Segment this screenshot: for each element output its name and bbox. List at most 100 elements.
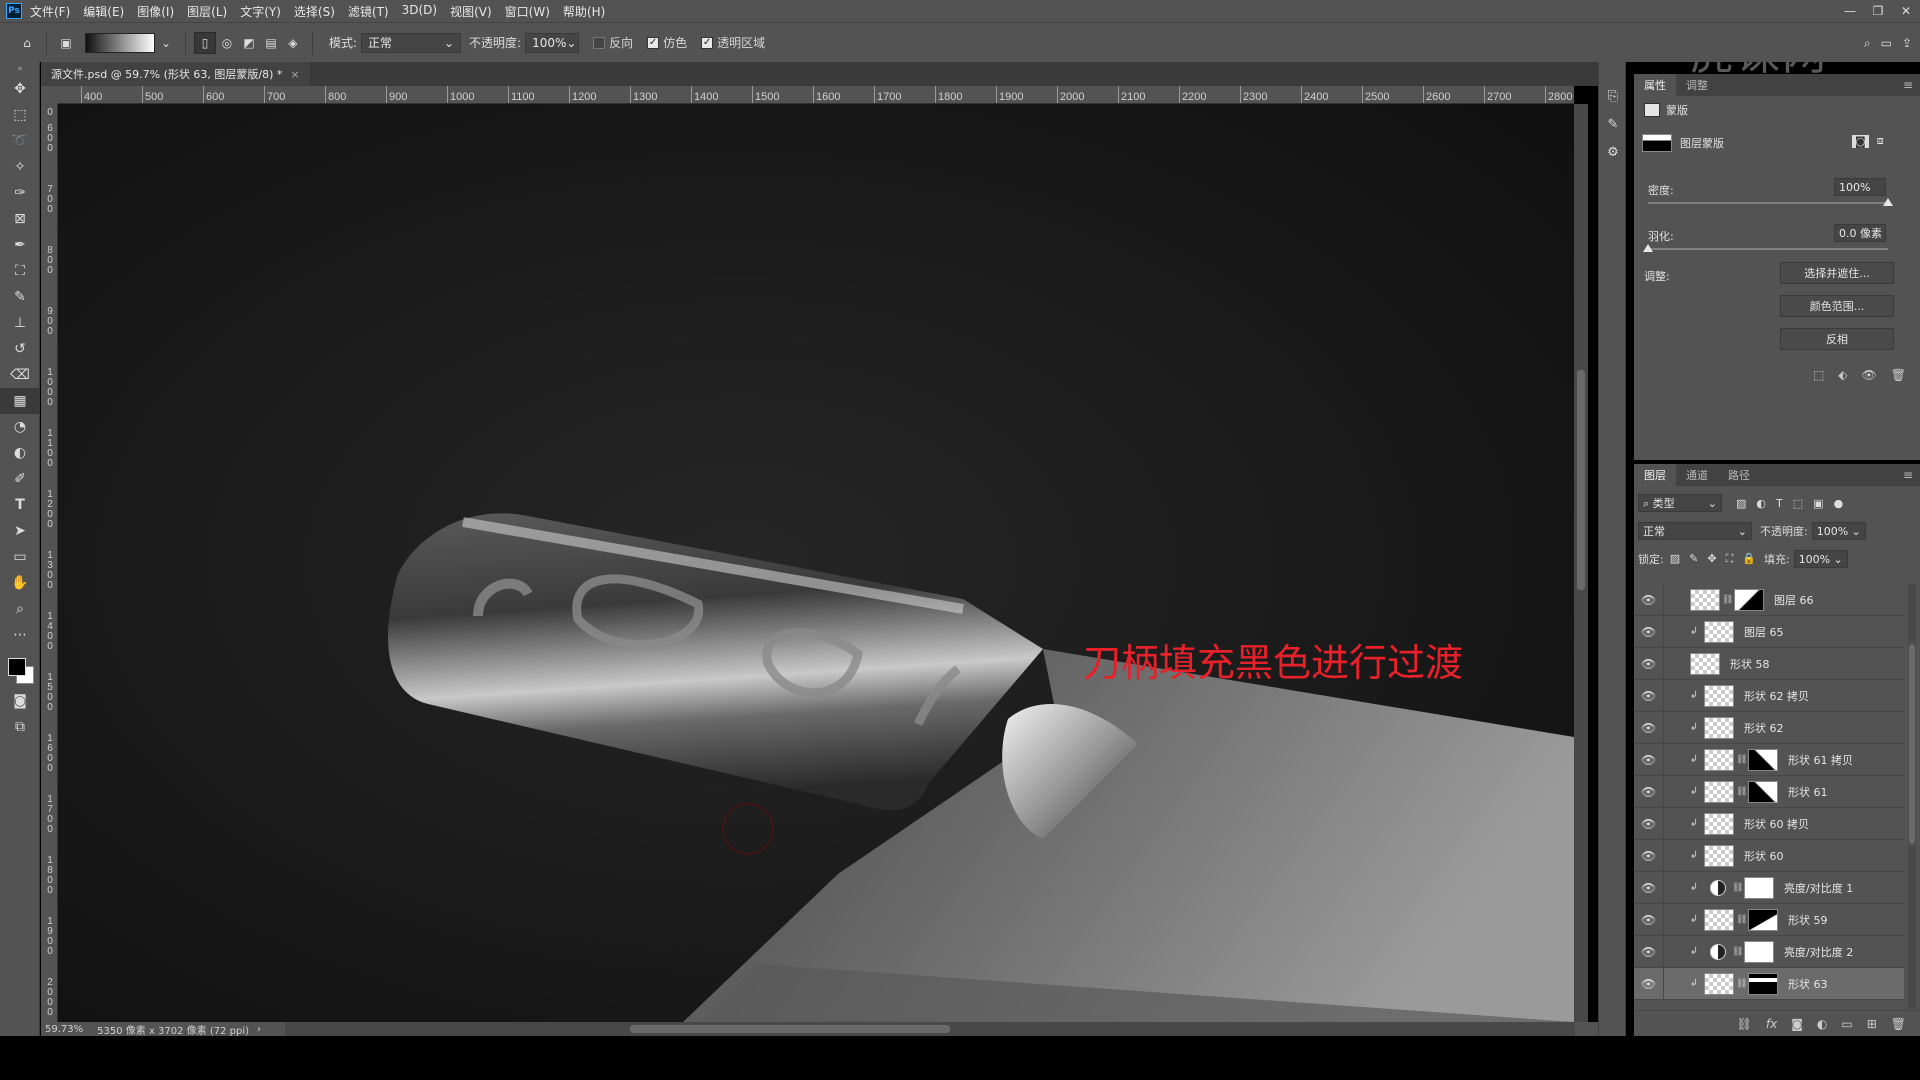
- menu-item[interactable]: 文件(F): [30, 3, 70, 20]
- lock-all-icon[interactable]: 🔒: [1742, 552, 1756, 566]
- mask-thumbnail[interactable]: [1748, 908, 1778, 931]
- magic-wand-tool-icon[interactable]: ✧: [0, 154, 40, 180]
- menu-item[interactable]: 滤镜(T): [348, 3, 389, 20]
- history-brush-tool-icon[interactable]: ↺: [0, 336, 40, 362]
- layer-row[interactable]: 👁 ↲ 形状 60: [1634, 839, 1904, 872]
- visibility-eye-icon[interactable]: 👁: [1634, 839, 1664, 872]
- document-tab[interactable]: 源文件.psd @ 59.7% (形状 63, 图层蒙版/8) * ×: [41, 62, 311, 86]
- lock-paint-icon[interactable]: ✎: [1689, 552, 1698, 566]
- gradient-tool-icon[interactable]: ▦: [0, 388, 40, 414]
- layer-row[interactable]: 👁 ↲ ⛓ 形状 59: [1634, 903, 1904, 936]
- lock-artboard-icon[interactable]: ⛶: [1726, 552, 1734, 566]
- color-range-button[interactable]: 颜色范围...: [1780, 295, 1894, 317]
- chevron-down-icon[interactable]: ⌄: [155, 32, 177, 54]
- panel-menu-icon[interactable]: ≡: [1896, 74, 1920, 96]
- delete-icon[interactable]: 🗑: [1891, 368, 1906, 382]
- visibility-eye-icon[interactable]: 👁: [1634, 871, 1664, 904]
- move-tool-icon[interactable]: ✥: [0, 76, 40, 102]
- layer-row[interactable]: 👁 ↲ ⛓ 形状 63: [1634, 967, 1904, 1000]
- menu-item[interactable]: 图层(L): [187, 3, 227, 20]
- new-adjustment-icon[interactable]: ◐: [1817, 1017, 1827, 1031]
- layer-row[interactable]: 👁 ↲ 形状 60 拷贝: [1634, 807, 1904, 840]
- layer-row[interactable]: 👁 ↲ ⛓ 形状 61 拷贝: [1634, 743, 1904, 776]
- mask-link-icon[interactable]: ⛓: [1722, 595, 1733, 605]
- status-doc-info[interactable]: 5350 像素 x 3702 像素 (72 ppi): [97, 1022, 249, 1037]
- vertical-ruler[interactable]: 0 600 700 800 900 1000 1100 1200 1300 1400 1500 160…: [41, 104, 58, 1022]
- gradient-preview[interactable]: [85, 32, 155, 53]
- blend-mode-select[interactable]: 正常 ⌄: [1638, 522, 1752, 540]
- reflected-gradient-icon[interactable]: ▤: [260, 32, 282, 54]
- workspace-icon[interactable]: ▭: [1881, 36, 1892, 50]
- visibility-eye-icon[interactable]: 👁: [1634, 743, 1664, 776]
- dither-checkbox[interactable]: ✓: [647, 36, 660, 49]
- menu-item[interactable]: 窗口(W): [505, 3, 550, 20]
- invert-button[interactable]: 反相: [1780, 328, 1894, 350]
- close-tab-icon[interactable]: ×: [290, 68, 299, 81]
- menu-item[interactable]: 帮助(H): [563, 3, 605, 20]
- mask-link-icon[interactable]: ⛓: [1732, 883, 1743, 893]
- visibility-icon[interactable]: 👁: [1862, 368, 1877, 382]
- tab-channels[interactable]: 通道: [1676, 464, 1718, 486]
- layer-thumbnail[interactable]: [1704, 908, 1734, 931]
- eyedropper-tool-icon[interactable]: ✒: [0, 232, 40, 258]
- brush-tool-icon[interactable]: ✎: [0, 284, 40, 310]
- share-icon[interactable]: ⇪: [1902, 36, 1912, 50]
- mask-thumbnail[interactable]: [1748, 780, 1778, 803]
- layer-thumbnail[interactable]: [1704, 972, 1734, 995]
- fill-field[interactable]: 100% ⌄: [1793, 550, 1848, 568]
- reverse-checkbox[interactable]: [593, 36, 606, 49]
- apply-mask-icon[interactable]: ⬖: [1838, 368, 1847, 382]
- vertical-scrollbar[interactable]: [1574, 104, 1588, 1022]
- mask-thumbnail[interactable]: [1744, 940, 1774, 963]
- add-mask-icon[interactable]: ◙: [1791, 1017, 1803, 1031]
- layers-scrollbar[interactable]: [1908, 584, 1916, 1009]
- mask-link-icon[interactable]: ⛓: [1736, 755, 1747, 765]
- layer-row[interactable]: 👁 ↲ ⛓ 亮度/对比度 2: [1634, 935, 1904, 968]
- feather-field[interactable]: 0.0 像素: [1834, 224, 1886, 242]
- horizontal-ruler[interactable]: 400 500 600 700 800 900 1000 1100 1200 1300 1400 15…: [58, 86, 1574, 104]
- patch-tool-icon[interactable]: ⛶: [0, 258, 40, 284]
- layer-row[interactable]: 👁 ↲ 图层 65: [1634, 615, 1904, 648]
- linear-gradient-icon[interactable]: ▯: [194, 31, 216, 54]
- layer-thumbnail[interactable]: [1704, 748, 1734, 771]
- path-select-tool-icon[interactable]: ➤: [0, 518, 40, 544]
- dodge-tool-icon[interactable]: ◐: [0, 440, 40, 466]
- layer-thumbnail[interactable]: [1690, 588, 1720, 611]
- lasso-tool-icon[interactable]: ➰: [0, 128, 40, 154]
- home-icon[interactable]: ⌂: [16, 32, 38, 54]
- visibility-eye-icon[interactable]: 👁: [1634, 935, 1664, 968]
- feather-slider-knob[interactable]: [1643, 244, 1653, 252]
- chevron-right-icon[interactable]: ›: [257, 1024, 261, 1035]
- delete-layer-icon[interactable]: 🗑: [1891, 1017, 1906, 1031]
- tab-properties[interactable]: 属性: [1634, 74, 1676, 96]
- frame-tool-icon[interactable]: ⊠: [0, 206, 40, 232]
- type-tool-icon[interactable]: T: [0, 492, 40, 518]
- layer-style-icon[interactable]: fx: [1766, 1017, 1777, 1031]
- layer-opacity-field[interactable]: 100% ⌄: [1811, 522, 1866, 540]
- select-and-mask-button[interactable]: 选择并遮住...: [1780, 262, 1894, 284]
- visibility-eye-icon[interactable]: 👁: [1634, 679, 1664, 712]
- foreground-color-swatch[interactable]: [8, 658, 26, 676]
- layer-row[interactable]: 👁 ↲ 形状 62: [1634, 711, 1904, 744]
- feather-slider-track[interactable]: [1648, 248, 1888, 250]
- adjustment-layer-icon[interactable]: [1710, 879, 1726, 896]
- menu-item[interactable]: 视图(V): [450, 3, 492, 20]
- restore-icon[interactable]: ❐: [1864, 0, 1892, 22]
- mask-thumbnail[interactable]: [1748, 972, 1778, 995]
- brush-panel-icon[interactable]: ✎: [1599, 110, 1627, 138]
- load-selection-icon[interactable]: ⬚: [1813, 368, 1824, 382]
- scroll-thumb[interactable]: [1577, 370, 1585, 590]
- adjustment-layer-icon[interactable]: [1710, 943, 1726, 960]
- shape-filter-icon[interactable]: ⬚: [1793, 497, 1803, 510]
- hand-tool-icon[interactable]: ✋: [0, 570, 40, 596]
- visibility-eye-icon[interactable]: 👁: [1634, 967, 1664, 1000]
- panel-menu-icon[interactable]: ≡: [1896, 464, 1920, 486]
- mask-thumbnail[interactable]: [1744, 876, 1774, 899]
- collapse-icon[interactable]: »: [0, 62, 40, 76]
- lock-position-icon[interactable]: ✥: [1707, 552, 1716, 566]
- layer-row[interactable]: 👁 形状 58: [1634, 647, 1904, 680]
- density-slider-knob[interactable]: [1883, 198, 1893, 206]
- menu-item[interactable]: 图像(I): [137, 3, 174, 20]
- new-layer-icon[interactable]: ⊞: [1867, 1017, 1877, 1031]
- visibility-eye-icon[interactable]: 👁: [1634, 711, 1664, 744]
